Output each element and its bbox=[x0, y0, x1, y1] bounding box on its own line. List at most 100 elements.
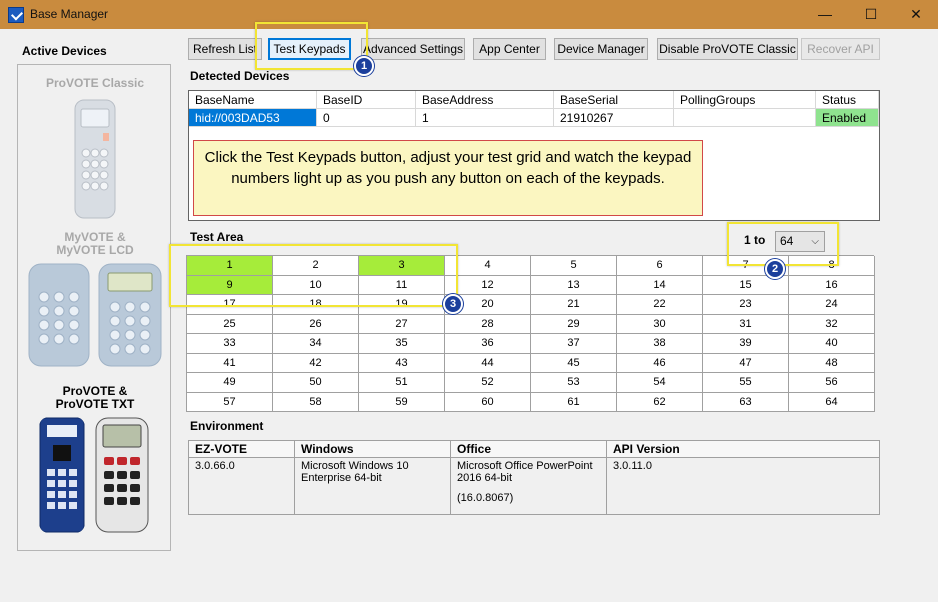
grid-cell: 50 bbox=[273, 373, 359, 393]
cell-baseaddress[interactable]: 1 bbox=[416, 109, 554, 127]
env-value: 2016 64-bit bbox=[457, 472, 513, 484]
grid-cell: 13 bbox=[531, 275, 617, 295]
grid-cell: 56 bbox=[789, 373, 875, 393]
advanced-settings-button[interactable]: Advanced Settings bbox=[361, 38, 465, 60]
env-column-office: Office Microsoft Office PowerPoint 2016 … bbox=[451, 441, 607, 514]
provote-keypad-image bbox=[39, 417, 85, 533]
provote-classic-keypad-image bbox=[74, 99, 116, 219]
column-header[interactable]: BaseAddress bbox=[416, 91, 554, 109]
column-header[interactable]: PollingGroups bbox=[674, 91, 816, 109]
minimize-icon[interactable]: — bbox=[802, 0, 848, 29]
table-header: BaseName BaseID BaseAddress BaseSerial P… bbox=[189, 91, 879, 109]
grid-cell: 42 bbox=[273, 353, 359, 373]
grid-cell: 61 bbox=[531, 392, 617, 412]
env-value: (16.0.8067) bbox=[457, 492, 514, 504]
grid-cell: 44 bbox=[445, 353, 531, 373]
env-column-api-version: API Version 3.0.11.0 bbox=[607, 441, 879, 514]
grid-cell: 62 bbox=[617, 392, 703, 412]
grid-cell: 64 bbox=[789, 392, 875, 412]
cell-pollinggroups[interactable] bbox=[674, 109, 816, 127]
grid-cell: 33 bbox=[187, 334, 273, 354]
grid-cell: 36 bbox=[445, 334, 531, 354]
status-badge[interactable]: Enabled bbox=[816, 109, 879, 127]
env-spacer bbox=[457, 484, 600, 492]
grid-cell: 58 bbox=[273, 392, 359, 412]
grid-cell: 57 bbox=[187, 392, 273, 412]
active-devices-heading: Active Devices bbox=[22, 44, 107, 58]
env-value: 3.0.11.0 bbox=[613, 460, 652, 472]
grid-cell: 22 bbox=[617, 295, 703, 315]
column-header[interactable]: BaseID bbox=[317, 91, 416, 109]
grid-cell: 49 bbox=[187, 373, 273, 393]
grid-cell: 23 bbox=[703, 295, 789, 315]
environment-heading: Environment bbox=[190, 419, 264, 433]
grid-cell: 37 bbox=[531, 334, 617, 354]
grid-cell: 60 bbox=[445, 392, 531, 412]
grid-cell: 31 bbox=[703, 314, 789, 334]
env-column-windows: Windows Microsoft Windows 10 Enterprise … bbox=[295, 441, 451, 514]
column-header: API Version bbox=[607, 441, 879, 458]
grid-cell: 41 bbox=[187, 353, 273, 373]
grid-cell: 25 bbox=[187, 314, 273, 334]
grid-cell: 21 bbox=[531, 295, 617, 315]
grid-cell: 38 bbox=[617, 334, 703, 354]
grid-cell: 48 bbox=[789, 353, 875, 373]
step-badge-3: 3 bbox=[443, 294, 463, 314]
grid-cell: 16 bbox=[789, 275, 875, 295]
instruction-callout: Click the Test Keypads button, adjust yo… bbox=[193, 140, 703, 216]
grid-cell: 54 bbox=[617, 373, 703, 393]
env-value: Microsoft Windows 10 bbox=[301, 460, 409, 472]
column-header[interactable]: Status bbox=[816, 91, 879, 109]
close-icon[interactable]: ✕ bbox=[893, 0, 938, 29]
grid-cell: 32 bbox=[789, 314, 875, 334]
grid-cell: 59 bbox=[359, 392, 445, 412]
active-devices-panel: ProVOTE Classic MyVOTE & MyVOTE LCD ProV… bbox=[17, 64, 171, 551]
grid-cell: 26 bbox=[273, 314, 359, 334]
cell-basename[interactable]: hid://003DAD53 bbox=[189, 109, 317, 127]
title-bar: Base Manager — ☐ ✕ bbox=[0, 0, 938, 29]
grid-cell: 40 bbox=[789, 334, 875, 354]
disable-provote-classic-button[interactable]: Disable ProVOTE Classic bbox=[657, 38, 798, 60]
cell-baseserial[interactable]: 21910267 bbox=[554, 109, 674, 127]
table-row[interactable]: hid://003DAD53 0 1 21910267 Enabled bbox=[189, 109, 879, 127]
step-badge-1: 1 bbox=[354, 56, 374, 76]
env-value: Microsoft Office PowerPoint bbox=[457, 460, 593, 472]
grid-cell: 14 bbox=[617, 275, 703, 295]
highlight-box-range bbox=[727, 222, 839, 266]
column-header: EZ-VOTE bbox=[189, 441, 294, 458]
column-header: Office bbox=[451, 441, 606, 458]
step-badge-2: 2 bbox=[765, 259, 785, 279]
grid-cell: 24 bbox=[789, 295, 875, 315]
app-check-icon bbox=[8, 7, 24, 23]
grid-cell: 39 bbox=[703, 334, 789, 354]
env-value: 3.0.66.0 bbox=[195, 460, 235, 472]
grid-cell: 51 bbox=[359, 373, 445, 393]
grid-cell: 52 bbox=[445, 373, 531, 393]
cell-baseid[interactable]: 0 bbox=[317, 109, 416, 127]
highlight-box-test-keypads bbox=[255, 22, 368, 70]
window-title: Base Manager bbox=[30, 7, 109, 21]
grid-cell: 43 bbox=[359, 353, 445, 373]
myvote-lcd-keypad-image bbox=[98, 263, 162, 367]
grid-cell: 28 bbox=[445, 314, 531, 334]
app-center-button[interactable]: App Center bbox=[473, 38, 546, 60]
device-manager-button[interactable]: Device Manager bbox=[554, 38, 648, 60]
provote-txt-keypad-image bbox=[95, 417, 149, 533]
grid-cell: 45 bbox=[531, 353, 617, 373]
myvote-keypad-image bbox=[28, 263, 90, 367]
test-area-heading: Test Area bbox=[190, 230, 244, 244]
highlight-box-test-grid bbox=[169, 244, 458, 307]
environment-table: EZ-VOTE 3.0.66.0 Windows Microsoft Windo… bbox=[188, 440, 880, 515]
grid-cell: 47 bbox=[703, 353, 789, 373]
refresh-list-button[interactable]: Refresh List bbox=[188, 38, 262, 60]
grid-cell: 46 bbox=[617, 353, 703, 373]
column-header[interactable]: BaseName bbox=[189, 91, 317, 109]
detected-devices-heading: Detected Devices bbox=[190, 69, 290, 83]
grid-cell: 35 bbox=[359, 334, 445, 354]
maximize-icon[interactable]: ☐ bbox=[848, 0, 894, 29]
grid-cell: 30 bbox=[617, 314, 703, 334]
column-header[interactable]: BaseSerial bbox=[554, 91, 674, 109]
grid-cell: 53 bbox=[531, 373, 617, 393]
grid-cell: 6 bbox=[617, 256, 703, 276]
device-label-provote-txt: ProVOTE TXT bbox=[55, 397, 135, 411]
